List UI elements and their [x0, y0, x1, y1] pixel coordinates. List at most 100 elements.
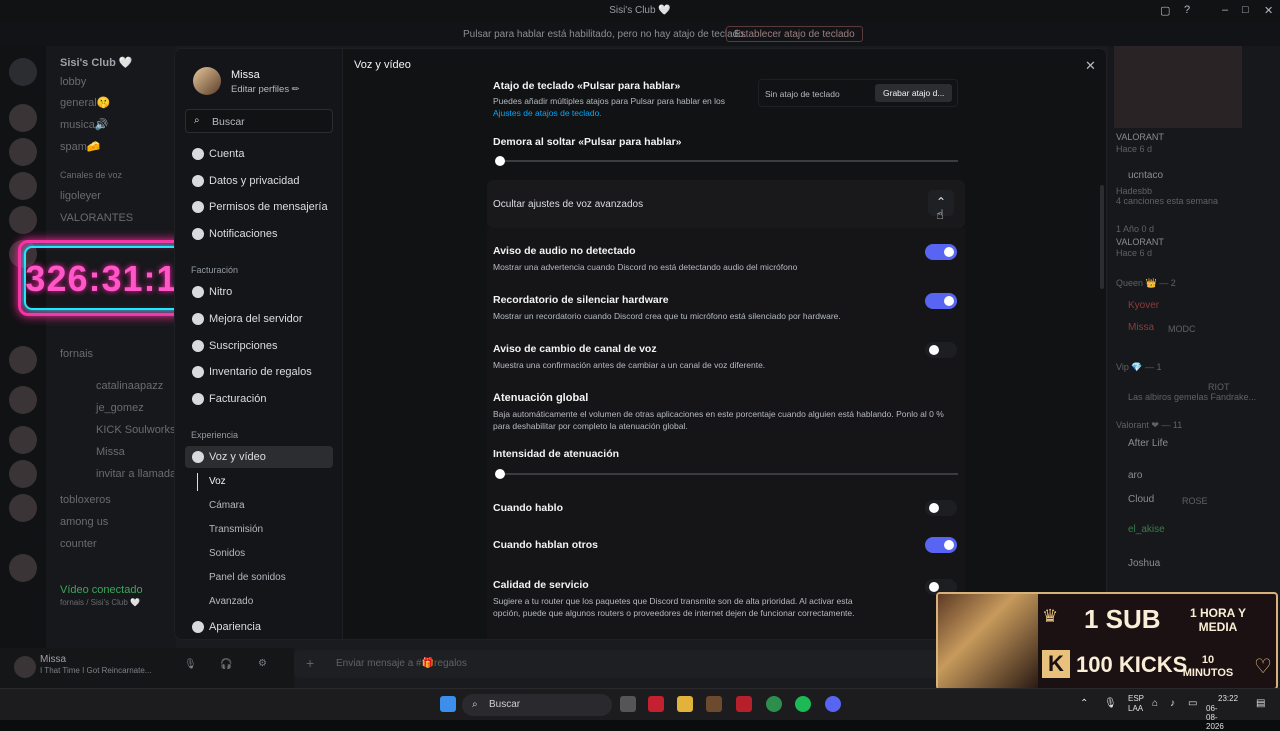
volume-icon[interactable]: ♪	[1170, 698, 1175, 709]
slider-handle[interactable]	[495, 156, 505, 166]
discord-icon[interactable]	[825, 696, 841, 712]
edit-profiles-link[interactable]: Editar perfiles ✏	[231, 84, 300, 95]
delay-slider[interactable]	[495, 156, 958, 166]
subnav-transmision[interactable]: Transmisión	[209, 524, 263, 535]
chrome-icon[interactable]	[766, 696, 782, 712]
server-icon[interactable]	[9, 554, 37, 582]
ptt-shortcut-field[interactable]: Sin atajo de teclado Grabar atajo d...	[758, 79, 958, 107]
nav-cuenta[interactable]: Cuenta	[185, 143, 333, 165]
member-name[interactable]: After Life	[1128, 438, 1168, 449]
mic-icon[interactable]: 🎙	[1104, 698, 1117, 709]
channel-item[interactable]: lobby	[60, 76, 86, 88]
message-composer[interactable]: + Enviar mensaje a #🎁regalos	[294, 650, 940, 678]
search-input[interactable]: ⌕ Buscar	[185, 109, 333, 133]
spotify-icon[interactable]	[795, 696, 811, 712]
attenuation-slider[interactable]	[495, 469, 958, 479]
member-name[interactable]: aro	[1128, 470, 1142, 481]
channel-item[interactable]: tobloxeros	[60, 494, 111, 506]
task-view-icon[interactable]	[620, 696, 636, 712]
shortcuts-settings-link[interactable]: Ajustes de atajos de teclado.	[493, 107, 602, 119]
invite-item[interactable]: invitar a llamada	[96, 468, 176, 480]
when-i-speak-toggle[interactable]	[925, 500, 957, 516]
no-audio-toggle[interactable]	[925, 244, 957, 260]
nav-nitro[interactable]: Nitro	[185, 281, 333, 303]
avatar[interactable]	[14, 656, 36, 678]
voice-member[interactable]: catalinaapazz	[96, 380, 163, 392]
member-name[interactable]: el_akise	[1128, 524, 1165, 535]
app-icon[interactable]	[706, 696, 722, 712]
server-name[interactable]: Sisi's Club 🤍	[60, 56, 133, 69]
when-others-speak-toggle[interactable]	[925, 537, 957, 553]
avatar[interactable]	[193, 67, 221, 95]
advanced-toggle-label[interactable]: Ocultar ajustes de voz avanzados	[493, 199, 643, 210]
gear-icon[interactable]: ⚙	[258, 658, 267, 669]
nav-facturacion[interactable]: Facturación	[185, 388, 333, 410]
discord-home-icon[interactable]	[9, 58, 37, 86]
subnav-panel-sonidos[interactable]: Panel de sonidos	[209, 572, 286, 583]
channel-item[interactable]: general🤫	[60, 96, 110, 109]
app-icon[interactable]	[648, 696, 664, 712]
nav-mejora[interactable]: Mejora del servidor	[185, 308, 333, 330]
hw-mute-toggle[interactable]	[925, 293, 957, 309]
close-icon[interactable]: ✕	[1085, 58, 1096, 74]
server-icon[interactable]	[9, 386, 37, 414]
nav-permisos[interactable]: Permisos de mensajería	[185, 196, 333, 218]
server-icon[interactable]	[9, 104, 37, 132]
channel-item[interactable]: musica🔊	[60, 118, 109, 131]
subnav-camara[interactable]: Cámara	[209, 500, 245, 511]
server-icon[interactable]	[9, 494, 37, 522]
channel-item[interactable]: fornais	[60, 348, 93, 360]
stream-preview[interactable]	[1114, 46, 1242, 128]
add-attachment-icon[interactable]: +	[306, 655, 314, 671]
minimize-icon[interactable]: –	[1222, 4, 1228, 16]
server-icon[interactable]	[9, 346, 37, 374]
subnav-avanzado[interactable]: Avanzado	[209, 596, 253, 607]
notifications-icon[interactable]: ▤	[1256, 698, 1265, 709]
member-name[interactable]: Kyover	[1128, 300, 1159, 311]
subnav-sonidos[interactable]: Sonidos	[209, 548, 245, 559]
subnav-voz[interactable]: Voz	[209, 476, 226, 487]
clock-date[interactable]: 06-08-2026	[1206, 704, 1224, 731]
server-icon[interactable]	[9, 206, 37, 234]
taskbar-search[interactable]: ⌕ Buscar	[462, 694, 612, 716]
member-name[interactable]: Joshua	[1128, 558, 1160, 569]
member-name[interactable]: ucntaco	[1128, 170, 1163, 181]
close-window-icon[interactable]: ✕	[1264, 4, 1273, 17]
file-explorer-icon[interactable]	[677, 696, 693, 712]
slider-handle[interactable]	[495, 469, 505, 479]
clock-time[interactable]: 23:22	[1218, 694, 1238, 703]
network-icon[interactable]: ⌂	[1152, 698, 1158, 709]
voice-member[interactable]: KICK Soulworks	[96, 424, 175, 436]
lang-layout[interactable]: LAA	[1128, 704, 1143, 713]
inbox-icon[interactable]: ▢	[1160, 4, 1170, 17]
nav-voz-video[interactable]: Voz y vídeo	[185, 446, 333, 468]
record-shortcut-button[interactable]: Grabar atajo d...	[875, 84, 953, 102]
nav-regalos[interactable]: Inventario de regalos	[185, 361, 333, 383]
nav-suscripciones[interactable]: Suscripciones	[185, 335, 333, 357]
windows-start-icon[interactable]	[440, 696, 456, 712]
nav-notificaciones[interactable]: Notificaciones	[185, 223, 333, 245]
channel-item[interactable]: ligoleyer	[60, 190, 101, 202]
maximize-icon[interactable]: □	[1242, 4, 1249, 16]
scrollbar[interactable]	[1100, 185, 1104, 289]
server-icon[interactable]	[9, 172, 37, 200]
message-input[interactable]: Enviar mensaje a #🎁regalos	[336, 658, 467, 669]
channel-item[interactable]: spam🧀	[60, 140, 101, 153]
server-icon[interactable]	[9, 426, 37, 454]
chevron-up-icon[interactable]: ⌃	[1080, 698, 1088, 709]
channel-item[interactable]: VALORANTES	[60, 212, 133, 224]
nav-apariencia[interactable]: Apariencia	[185, 616, 333, 638]
nav-datos[interactable]: Datos y privacidad	[185, 170, 333, 192]
channel-item[interactable]: among us	[60, 516, 108, 528]
set-shortcut-button[interactable]: Establecer atajo de teclado	[726, 26, 863, 42]
channel-change-toggle[interactable]	[925, 342, 957, 358]
help-icon[interactable]: ?	[1184, 4, 1190, 16]
channel-item[interactable]: counter	[60, 538, 97, 550]
member-name[interactable]: Cloud	[1128, 494, 1154, 505]
mic-icon[interactable]: 🎙	[184, 659, 197, 670]
lang-code[interactable]: ESP	[1128, 694, 1144, 703]
member-name[interactable]: Missa	[1128, 322, 1154, 333]
battery-icon[interactable]: ▭	[1188, 698, 1197, 709]
voice-member[interactable]: je_gomez	[96, 402, 144, 414]
app-icon[interactable]	[736, 696, 752, 712]
